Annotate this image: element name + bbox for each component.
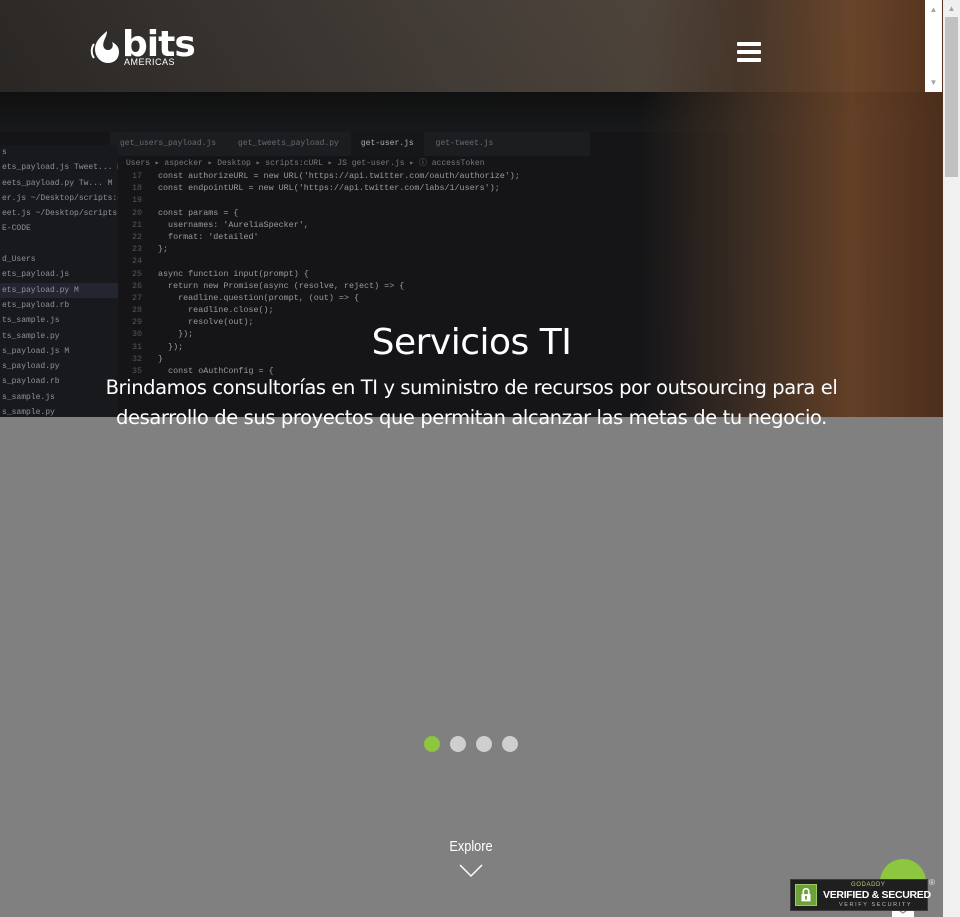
- slider-dot[interactable]: [476, 736, 492, 752]
- logo-flame-icon: [90, 31, 119, 63]
- slide-description: Brindamos consultorías en TI y suministr…: [105, 376, 838, 429]
- slider-dot[interactable]: [424, 736, 440, 752]
- registered-mark: ®: [929, 878, 935, 887]
- seal-verify-link: VERIFY SECURITY: [839, 902, 913, 908]
- scroll-up-arrow-icon[interactable]: ▲: [943, 2, 960, 15]
- scrollbar-thumb[interactable]: [945, 17, 958, 177]
- bits-americas-logo[interactable]: bits AMERICAS: [90, 24, 196, 72]
- seal-brand: GODADDY: [851, 882, 886, 888]
- hamburger-bar: [737, 58, 761, 62]
- logo-subtitle: AMERICAS: [124, 57, 176, 67]
- chevron-down-icon[interactable]: [459, 864, 483, 878]
- hamburger-bar: [737, 42, 761, 46]
- explore-link[interactable]: Explore: [429, 838, 514, 855]
- hamburger-icon[interactable]: [737, 42, 761, 62]
- inner-scrollbar[interactable]: ▲ ▼: [925, 0, 942, 92]
- hamburger-bar: [737, 50, 761, 54]
- slider-dot[interactable]: [502, 736, 518, 752]
- scroll-up-arrow-icon[interactable]: ▲: [925, 2, 942, 17]
- page-scrollbar[interactable]: ▲: [943, 0, 960, 917]
- lock-icon: [795, 884, 817, 906]
- scroll-down-arrow-icon[interactable]: ▼: [925, 75, 942, 90]
- godaddy-security-seal[interactable]: GODADDY VERIFIED & SECURED VERIFY SECURI…: [790, 879, 931, 911]
- slider-pagination: [424, 736, 518, 752]
- seal-verified-text: VERIFIED & SECURED: [823, 889, 931, 901]
- slide-title: Servicios TI: [371, 322, 572, 363]
- slider-dot[interactable]: [450, 736, 466, 752]
